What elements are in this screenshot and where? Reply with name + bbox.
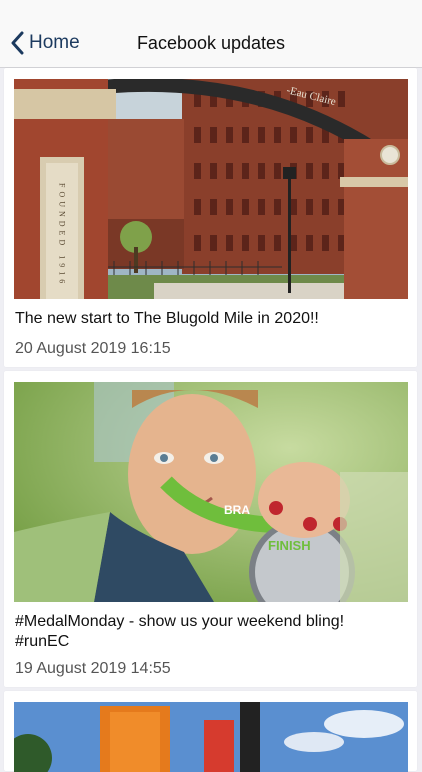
page-title: Facebook updates [136, 33, 286, 53]
post-image[interactable]: -Eau Claire FOUNDED 1916 [14, 79, 408, 299]
post-card[interactable] [4, 691, 417, 772]
post-image[interactable] [14, 702, 408, 772]
medal-lettering: FINISH [268, 538, 311, 553]
post-card[interactable]: BRA FINISH #MedalMonday - show us your w… [4, 371, 417, 687]
post-card[interactable]: -Eau Claire FOUNDED 1916 The new start t… [4, 68, 417, 367]
campus-gate-photo: -Eau Claire FOUNDED 1916 [14, 79, 408, 299]
post-text: The new start to The Blugold Mile in 202… [15, 310, 319, 327]
post-image[interactable]: BRA FINISH [14, 382, 408, 602]
navigation-bar: Home Facebook updates [0, 0, 422, 68]
post-date: 19 August 2019 14:55 [15, 660, 171, 677]
pillar-lettering: FOUNDED 1916 [58, 183, 67, 287]
post-text: #MedalMonday - show us your weekend blin… [15, 613, 345, 650]
post-date: 20 August 2019 16:15 [15, 340, 171, 357]
race-arch-photo [14, 702, 408, 772]
medal-photo: BRA FINISH [14, 382, 408, 602]
ribbon-lettering: BRA [224, 503, 250, 517]
